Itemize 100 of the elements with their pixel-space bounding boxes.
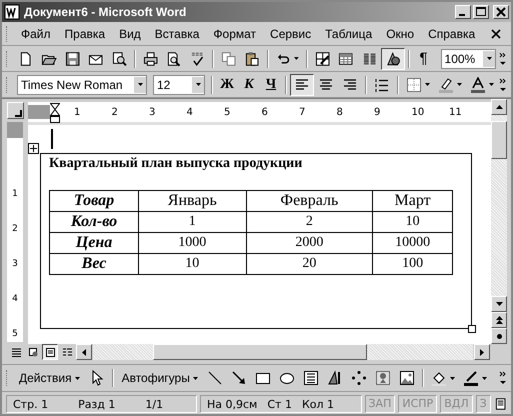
text-cursor — [51, 129, 53, 149]
previous-page-button[interactable] — [491, 312, 507, 328]
toolbar-grip[interactable] — [6, 76, 10, 92]
floppy-icon — [64, 50, 80, 66]
font-size-dropdown[interactable]: 12 — [153, 74, 205, 94]
menu-item[interactable]: Вставка — [148, 24, 206, 42]
image-icon — [398, 370, 415, 386]
italic-button[interactable]: К — [238, 74, 260, 96]
ruler-number: 3 — [149, 106, 156, 118]
menu-item[interactable]: Файл — [14, 24, 58, 42]
page-icon — [44, 346, 56, 358]
tab-stop-icon — [14, 110, 22, 118]
shapes-icon — [385, 50, 401, 66]
underline-button[interactable]: Ч — [260, 74, 282, 96]
bold-button[interactable]: Ж — [216, 74, 238, 96]
table-header-cell: Январь — [138, 190, 246, 212]
font-dropdown[interactable]: Times New Roman — [17, 74, 147, 94]
caret-icon — [457, 83, 462, 86]
caret-icon — [486, 57, 492, 60]
drawing-button[interactable] — [381, 48, 405, 70]
resize-handle[interactable] — [468, 325, 476, 333]
menu-item[interactable]: Справка — [421, 24, 482, 42]
actions-menu-button[interactable]: Действия — [14, 367, 85, 389]
wordart-icon — [326, 370, 343, 386]
toolbar-grip[interactable] — [6, 50, 10, 66]
table-cell: 1000 — [138, 232, 246, 254]
browse-object-button[interactable] — [491, 328, 507, 344]
minimize-button[interactable] — [455, 5, 471, 19]
menu-item[interactable]: Правка — [58, 24, 112, 42]
left-arrow-icon — [82, 348, 86, 356]
caret-icon — [138, 83, 142, 86]
scrollbar-thumb[interactable] — [153, 344, 367, 360]
scroll-up-button[interactable] — [491, 99, 507, 115]
chevron-icon[interactable] — [499, 78, 507, 92]
zoom-dropdown[interactable]: 100% — [440, 48, 496, 68]
close-button[interactable] — [493, 5, 509, 19]
arrow-icon — [230, 370, 247, 386]
ruler-number: 2 — [12, 223, 18, 235]
ruler-number: 1 — [74, 106, 82, 118]
view-button[interactable] — [42, 344, 58, 360]
scrollbar-thumb[interactable] — [491, 121, 507, 159]
table-header-cell: Товар — [50, 190, 138, 212]
chevron-icon[interactable] — [499, 371, 507, 385]
marker-icon — [438, 76, 454, 92]
ruler-number: 11 — [449, 106, 463, 118]
maximize-button[interactable] — [473, 5, 489, 19]
table-cell: Кол-во — [50, 212, 138, 232]
table-header-cell: Март — [372, 190, 452, 212]
ruler-number: 1 — [12, 188, 18, 200]
ruler-number: 5 — [12, 328, 18, 340]
diagram-icon — [350, 370, 367, 386]
lines-icon — [10, 346, 22, 358]
table-icon — [338, 50, 354, 66]
menu-item[interactable]: Таблица — [318, 24, 380, 42]
printer-icon — [142, 50, 158, 66]
menu-item[interactable]: Сервис — [263, 24, 318, 42]
close-icon — [496, 7, 506, 17]
toolbar-grip[interactable] — [6, 26, 10, 42]
table-cell: 2 — [246, 212, 373, 232]
ruler-number: 4 — [186, 106, 194, 118]
status-text: На 0,9см — [207, 398, 258, 410]
align-left-button[interactable] — [290, 74, 314, 96]
caret-icon — [192, 376, 198, 380]
scroll-right-button[interactable] — [474, 344, 490, 360]
scroll-left-button[interactable] — [76, 344, 92, 360]
minimize-icon — [458, 14, 464, 16]
borders-icon — [406, 76, 422, 92]
move-handle-icon[interactable] — [28, 143, 39, 154]
table-cell: 1 — [138, 212, 246, 232]
chevron-icon[interactable] — [499, 52, 508, 66]
ruler-number: 2 — [112, 106, 119, 118]
clipboard-icon — [244, 50, 260, 66]
clip-art-icon — [374, 370, 391, 386]
menu-item[interactable]: Окно — [379, 24, 422, 42]
autoshapes-menu-button[interactable]: Автофигуры — [116, 367, 203, 389]
menu-item[interactable]: Формат — [206, 24, 264, 42]
caret-icon — [294, 57, 299, 60]
down-arrow-icon — [496, 302, 502, 306]
book-icon[interactable] — [494, 397, 507, 411]
align-right-icon — [342, 76, 358, 92]
pen-icon — [462, 370, 479, 386]
table-cell: 10000 — [372, 232, 452, 254]
menu-item[interactable]: Вид — [112, 24, 148, 42]
table-cell: Вес — [50, 254, 138, 274]
text-box-icon — [302, 370, 319, 386]
scroll-down-button[interactable] — [491, 296, 507, 312]
ruler-number: 8 — [336, 106, 344, 118]
spell-check-icon — [190, 50, 206, 66]
tab-selector-button[interactable] — [6, 102, 24, 119]
double-up-arrow-icon — [496, 316, 502, 324]
maximize-icon — [476, 7, 486, 17]
print-preview-icon — [166, 50, 182, 66]
line-icon — [206, 370, 223, 386]
ruler-number: 6 — [262, 106, 269, 118]
indent-marker-icon[interactable] — [50, 103, 60, 123]
pilcrow-button[interactable]: ¶ — [412, 48, 435, 70]
table-header-cell: Февраль — [246, 190, 373, 212]
web-page-icon — [26, 346, 40, 358]
toolbar-grip[interactable] — [6, 370, 10, 386]
close-icon[interactable] — [491, 28, 501, 38]
